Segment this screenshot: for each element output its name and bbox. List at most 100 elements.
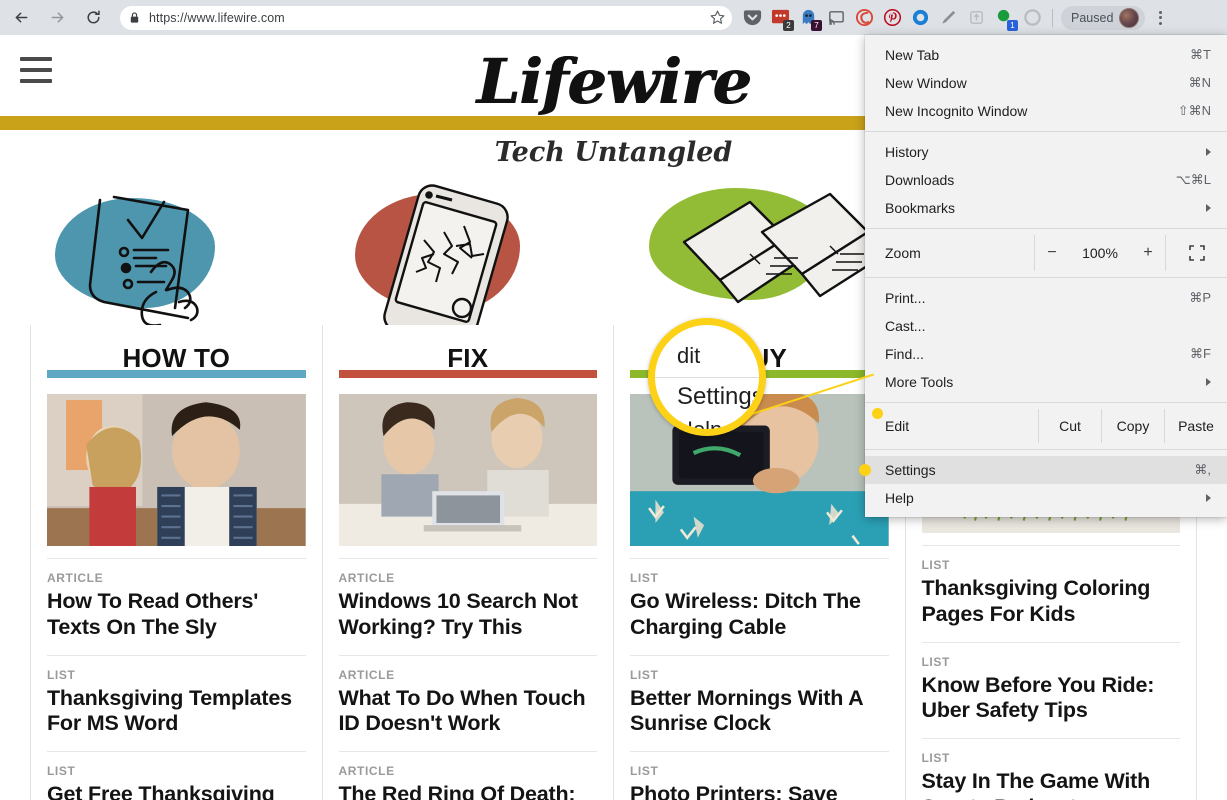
- red-extension-icon[interactable]: 2: [766, 4, 794, 32]
- menu-item-new-incognito-window[interactable]: New Incognito Window ⇧⌘N: [865, 97, 1227, 125]
- green-dot-extension-icon[interactable]: 1: [990, 4, 1018, 32]
- menu-item-help[interactable]: Help: [865, 484, 1227, 512]
- profile-chip[interactable]: Paused: [1061, 5, 1146, 30]
- list-item[interactable]: LIST Thanksgiving Coloring Pages For Kid…: [921, 545, 1181, 642]
- item-headline[interactable]: The Red Ring Of Death: Fix Xbox 360: [339, 782, 598, 800]
- menu-divider: [865, 228, 1227, 229]
- list-item[interactable]: LIST Stay In The Game With Sports Podcas…: [921, 738, 1181, 800]
- zoom-in-button[interactable]: +: [1131, 235, 1165, 271]
- ghostery-extension-icon[interactable]: 7: [794, 4, 822, 32]
- menu-item-label: Cast...: [885, 318, 926, 334]
- menu-divider: [865, 131, 1227, 132]
- cast-icon[interactable]: [822, 4, 850, 32]
- menu-item-shortcut: ⌘F: [1190, 346, 1211, 361]
- item-headline[interactable]: Get Free Thanksgiving Wallpapers: [47, 782, 306, 800]
- menu-item-shortcut: ⌘,: [1194, 462, 1211, 477]
- browser-window: Lifewire Tech Untangled HOW TO ARTICLE H…: [0, 0, 1227, 800]
- chrome-menu-button[interactable]: [1147, 5, 1173, 31]
- item-headline[interactable]: What To Do When Touch ID Doesn't Work: [339, 686, 598, 738]
- address-bar[interactable]: https://www.lifewire.com: [120, 5, 732, 31]
- item-headline[interactable]: Thanksgiving Coloring Pages For Kids: [922, 576, 1181, 628]
- blue-circle-extension-icon[interactable]: [906, 4, 934, 32]
- list-item[interactable]: LIST Get Free Thanksgiving Wallpapers: [47, 751, 306, 800]
- menu-item-label: New Window: [885, 75, 967, 91]
- pinterest-extension-icon[interactable]: [878, 4, 906, 32]
- column-fix: FIX ARTICLE Windows 10 Search Not Workin…: [321, 325, 614, 800]
- back-button[interactable]: [6, 3, 36, 33]
- copy-button[interactable]: Copy: [1101, 409, 1164, 443]
- hero-image-how-to[interactable]: [47, 394, 306, 546]
- list-item[interactable]: ARTICLE How To Read Others' Texts On The…: [47, 558, 306, 655]
- menu-item-shortcut: ⌘N: [1188, 75, 1211, 90]
- category-header: HOW TO: [47, 325, 306, 388]
- menu-item-find[interactable]: Find... ⌘F: [865, 340, 1227, 368]
- item-kicker: ARTICLE: [338, 764, 395, 779]
- menu-item-settings[interactable]: Settings ⌘,: [859, 456, 1227, 484]
- menu-item-bookmarks[interactable]: Bookmarks: [865, 194, 1227, 222]
- callout-line-settings: Settings: [677, 383, 764, 410]
- chevron-right-icon: [1206, 148, 1211, 156]
- zoom-label: Zoom: [885, 245, 921, 261]
- edit-label: Edit: [885, 418, 910, 434]
- extensions-strip: 2 7 1 Paused: [738, 0, 1173, 35]
- list-item[interactable]: LIST Know Before You Ride: Uber Safety T…: [921, 641, 1181, 739]
- menu-item-downloads[interactable]: Downloads ⌥⌘L: [865, 166, 1227, 194]
- menu-item-new-window[interactable]: New Window ⌘N: [865, 69, 1227, 97]
- toolbar-divider: [1052, 8, 1053, 27]
- grayed-extension-icon[interactable]: [962, 4, 990, 32]
- item-kicker: LIST: [630, 667, 659, 682]
- category-title[interactable]: FIX: [447, 343, 488, 374]
- item-headline[interactable]: Know Before You Ride: Uber Safety Tips: [922, 673, 1181, 725]
- fullscreen-button[interactable]: [1165, 235, 1227, 271]
- menu-item-new-tab[interactable]: New Tab ⌘T: [865, 41, 1227, 69]
- menu-zoom-row: Zoom − 100% +: [865, 235, 1227, 271]
- zoom-out-button[interactable]: −: [1035, 235, 1069, 271]
- item-headline[interactable]: Better Mornings With A Sunrise Clock: [630, 686, 889, 738]
- item-kicker: LIST: [921, 654, 950, 669]
- forward-button[interactable]: [42, 3, 72, 33]
- menu-item-label: Print...: [885, 290, 926, 306]
- menu-item-history[interactable]: History: [865, 138, 1227, 166]
- forward-arrow-icon: [51, 12, 63, 23]
- menu-item-cast[interactable]: Cast...: [865, 312, 1227, 340]
- menu-item-label: History: [885, 144, 929, 160]
- item-headline[interactable]: Photo Printers: Save Memories Forever: [630, 782, 889, 800]
- list-item[interactable]: LIST Better Mornings With A Sunrise Cloc…: [630, 654, 889, 752]
- hero-image-fix[interactable]: [338, 394, 597, 546]
- menu-item-label: New Incognito Window: [885, 103, 1028, 119]
- menu-item-shortcut: ⌥⌘L: [1175, 172, 1211, 187]
- item-kicker: LIST: [47, 667, 76, 682]
- item-headline[interactable]: Go Wireless: Ditch The Charging Cable: [630, 589, 889, 641]
- list-item[interactable]: LIST Go Wireless: Ditch The Charging Cab…: [630, 558, 889, 655]
- category-header: FIX: [338, 325, 597, 388]
- list-item[interactable]: ARTICLE Windows 10 Search Not Working? T…: [338, 558, 598, 655]
- list-item[interactable]: LIST Photo Printers: Save Memories Forev…: [630, 751, 889, 800]
- category-title[interactable]: HOW TO: [122, 343, 230, 374]
- paste-button[interactable]: Paste: [1164, 409, 1227, 443]
- list-item[interactable]: LIST Thanksgiving Templates For MS Word: [47, 654, 306, 752]
- pen-extension-icon[interactable]: [934, 4, 962, 32]
- menu-item-shortcut: ⌘T: [1190, 47, 1211, 62]
- menu-item-print[interactable]: Print... ⌘P: [865, 284, 1227, 312]
- item-headline[interactable]: Thanksgiving Templates For MS Word: [47, 686, 306, 738]
- item-kicker: ARTICLE: [47, 571, 104, 585]
- list-item[interactable]: ARTICLE The Red Ring Of Death: Fix Xbox …: [338, 751, 598, 800]
- item-headline[interactable]: Stay In The Game With Sports Podcasts: [922, 769, 1181, 800]
- avatar[interactable]: [1119, 7, 1140, 28]
- list-item[interactable]: ARTICLE What To Do When Touch ID Doesn't…: [338, 654, 598, 752]
- back-arrow-icon: [15, 12, 27, 23]
- reload-button[interactable]: [78, 3, 108, 33]
- item-headline[interactable]: Windows 10 Search Not Working? Try This: [339, 589, 598, 641]
- menu-item-more-tools[interactable]: More Tools: [865, 368, 1227, 396]
- bookmark-star-button[interactable]: [709, 9, 726, 31]
- item-headline[interactable]: How To Read Others' Texts On The Sly: [47, 589, 306, 641]
- item-kicker: ARTICLE: [338, 667, 395, 682]
- menu-divider: [865, 449, 1227, 450]
- chevron-right-icon: [1206, 494, 1211, 502]
- cut-button[interactable]: Cut: [1038, 409, 1101, 443]
- chrome-main-menu[interactable]: New Tab ⌘T New Window ⌘N New Incognito W…: [859, 35, 1227, 517]
- site-logo[interactable]: Lifewire: [476, 45, 751, 118]
- pale-circle-extension-icon[interactable]: [1018, 4, 1046, 32]
- pocket-extension-icon[interactable]: [738, 4, 766, 32]
- honey-extension-icon[interactable]: [850, 4, 878, 32]
